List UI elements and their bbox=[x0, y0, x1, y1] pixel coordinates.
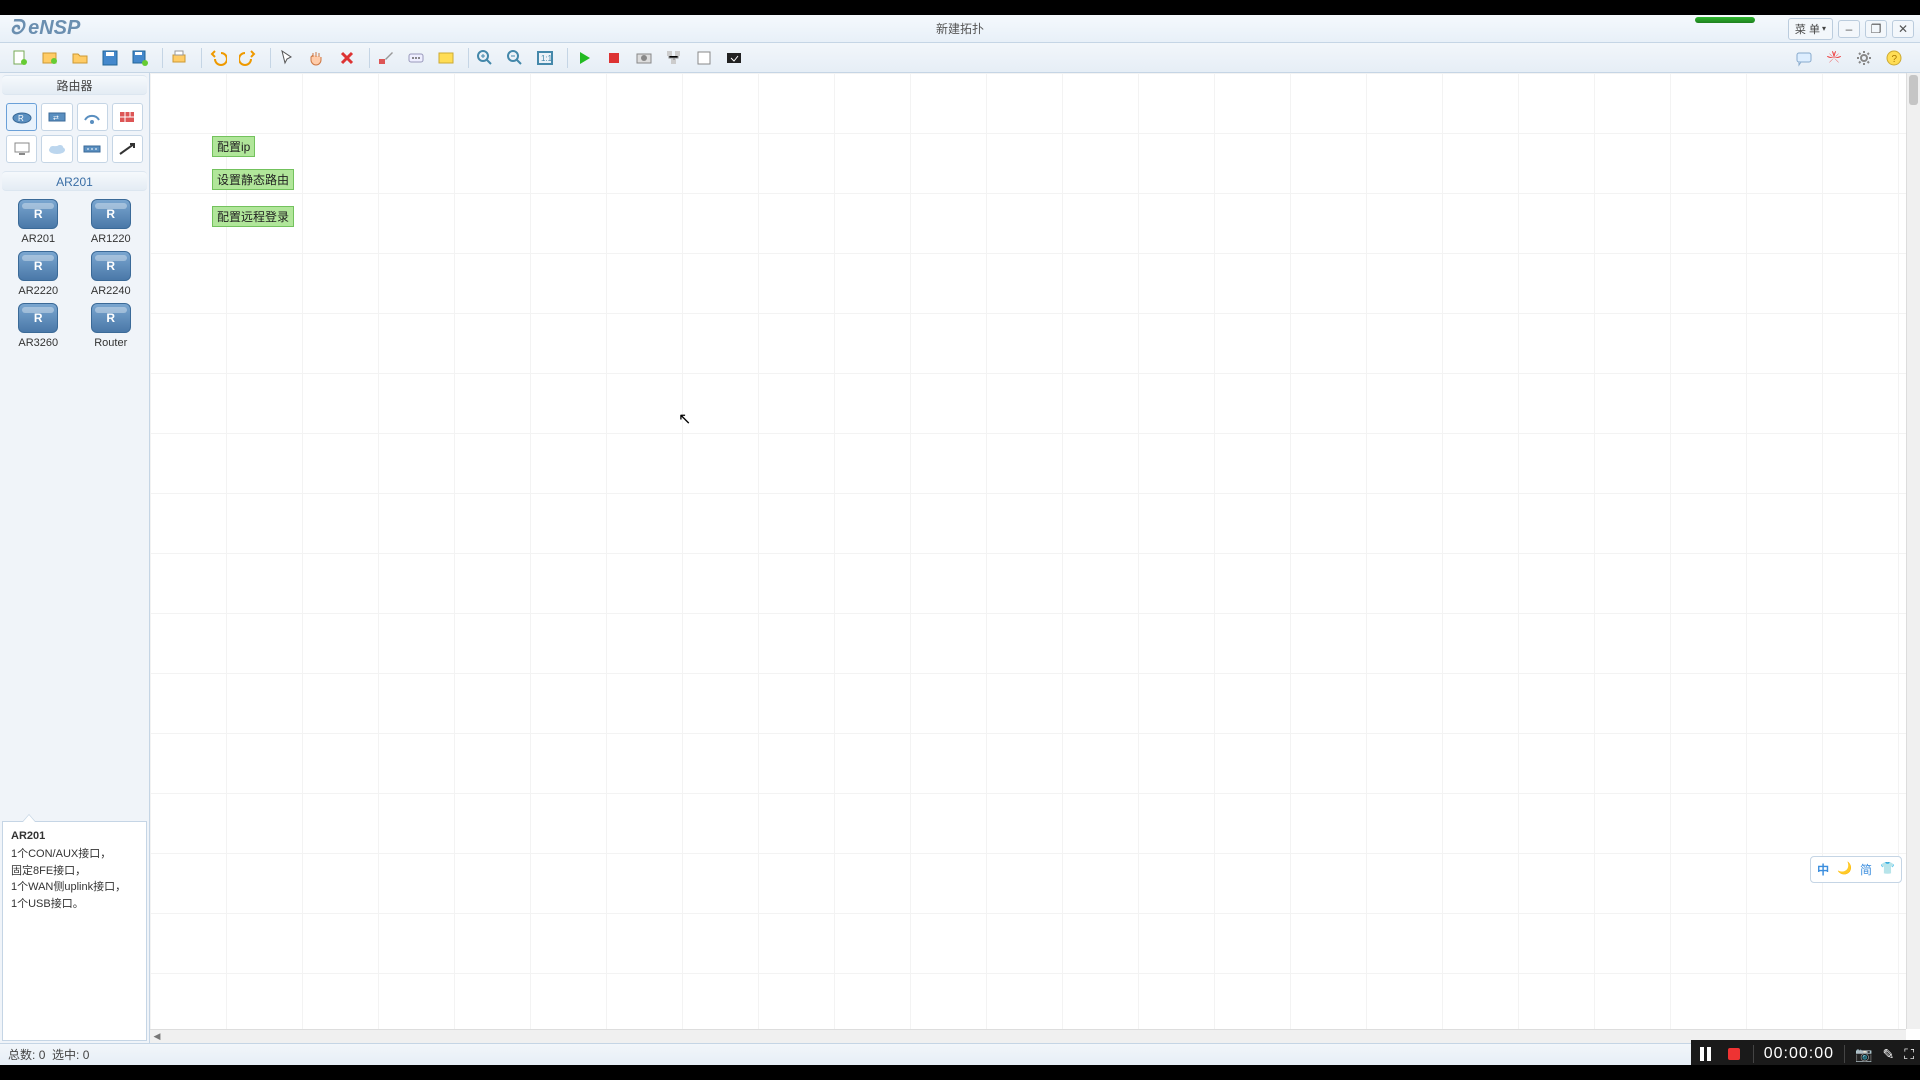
undo-button[interactable] bbox=[206, 46, 230, 70]
logo-mark-icon: ᘐ bbox=[10, 17, 24, 40]
screenshot-button[interactable] bbox=[722, 46, 746, 70]
horizontal-scrollbar[interactable]: ◀ bbox=[150, 1029, 1906, 1043]
logo-text: eNSP bbox=[28, 17, 80, 40]
print-button[interactable] bbox=[167, 46, 191, 70]
canvas-note-1[interactable]: 配置ip bbox=[212, 136, 255, 157]
recorder-camera-icon[interactable]: 📷 bbox=[1855, 1046, 1872, 1063]
recorder-pen-icon[interactable]: ✎ bbox=[1882, 1046, 1894, 1063]
text-button[interactable] bbox=[404, 46, 428, 70]
save-button[interactable] bbox=[98, 46, 122, 70]
status-total-value: 0 bbox=[39, 1048, 46, 1062]
zoom-in-button[interactable] bbox=[473, 46, 497, 70]
category-header: 路由器 bbox=[2, 75, 147, 95]
minimize-button[interactable]: – bbox=[1838, 20, 1860, 38]
pan-tool-button[interactable] bbox=[305, 46, 329, 70]
category-router[interactable]: R bbox=[6, 103, 37, 131]
recorder-stop-button[interactable] bbox=[1725, 1045, 1743, 1063]
zoom-fit-button[interactable]: 1:1 bbox=[533, 46, 557, 70]
ime-moon-icon[interactable]: 🌙 bbox=[1837, 861, 1852, 878]
recorder-pause-button[interactable] bbox=[1697, 1045, 1715, 1063]
capture-button[interactable] bbox=[632, 46, 656, 70]
category-firewall[interactable] bbox=[112, 103, 143, 131]
device-grid: RAR201 RAR1220 RAR2220 RAR2240 RAR3260 R… bbox=[0, 193, 149, 355]
status-bar: 总数: 0 选中: 0 获取帮助与反馈 bbox=[0, 1043, 1920, 1065]
select-tool-button[interactable] bbox=[275, 46, 299, 70]
main-area: 路由器 R ⇄ AR201 RAR201 RAR1220 RAR2220 RAR… bbox=[0, 73, 1920, 1043]
left-panel: 路由器 R ⇄ AR201 RAR201 RAR1220 RAR2220 RAR… bbox=[0, 73, 150, 1043]
main-toolbar: 1:1 ? bbox=[0, 43, 1920, 73]
canvas-area[interactable]: 配置ip 设置静态路由 配置远程登录 ↖ ◀ 中 🌙 简 👕 bbox=[150, 73, 1920, 1043]
status-selected-value: 0 bbox=[83, 1048, 90, 1062]
ime-skin-icon[interactable]: 👕 bbox=[1880, 861, 1895, 878]
canvas-note-2[interactable]: 设置静态路由 bbox=[212, 169, 294, 190]
recorder-expand-icon[interactable]: ⛶ bbox=[1904, 1046, 1914, 1063]
category-cloud[interactable] bbox=[41, 135, 72, 163]
help-button[interactable]: ? bbox=[1882, 46, 1906, 70]
canvas-note-3[interactable]: 配置远程登录 bbox=[212, 206, 294, 227]
svg-text:R: R bbox=[18, 114, 24, 123]
ime-mode[interactable]: 中 bbox=[1817, 861, 1829, 878]
device-router[interactable]: RRouter bbox=[79, 303, 144, 349]
open-button[interactable] bbox=[68, 46, 92, 70]
status-total-label: 总数: bbox=[8, 1046, 35, 1063]
device-ar2220[interactable]: RAR2220 bbox=[6, 251, 71, 297]
ime-toolbar[interactable]: 中 🌙 简 👕 bbox=[1810, 856, 1902, 883]
grid-toggle-button[interactable] bbox=[692, 46, 716, 70]
save-as-button[interactable] bbox=[128, 46, 152, 70]
device-ar201[interactable]: RAR201 bbox=[6, 199, 71, 245]
huawei-logo-icon[interactable] bbox=[1822, 46, 1846, 70]
stop-button[interactable] bbox=[602, 46, 626, 70]
brush-button[interactable] bbox=[374, 46, 398, 70]
new-topology-button[interactable] bbox=[8, 46, 32, 70]
palette-button[interactable] bbox=[434, 46, 458, 70]
category-hub[interactable] bbox=[77, 135, 108, 163]
redo-button[interactable] bbox=[236, 46, 260, 70]
topology-canvas[interactable]: 配置ip 设置静态路由 配置远程登录 ↖ bbox=[150, 73, 1906, 1029]
category-link[interactable] bbox=[112, 135, 143, 163]
restore-button[interactable]: ❐ bbox=[1865, 20, 1887, 38]
device-ar3260[interactable]: RAR3260 bbox=[6, 303, 71, 349]
app-window: ᘐ eNSP 新建拓扑 菜 单▾ – ❐ ✕ bbox=[0, 15, 1920, 1065]
status-selected-label: 选中: bbox=[52, 1046, 79, 1063]
vertical-scrollbar[interactable] bbox=[1906, 73, 1920, 1029]
category-wlan[interactable] bbox=[77, 103, 108, 131]
svg-text:1:1: 1:1 bbox=[541, 54, 553, 63]
cursor-icon: ↖ bbox=[678, 409, 691, 429]
category-grid: R ⇄ bbox=[0, 97, 149, 169]
message-button[interactable] bbox=[1792, 46, 1816, 70]
ime-simplified[interactable]: 简 bbox=[1860, 861, 1872, 878]
close-button[interactable]: ✕ bbox=[1892, 20, 1914, 38]
svg-text:?: ? bbox=[1892, 54, 1898, 65]
recorder-time: 00:00:00 bbox=[1764, 1045, 1834, 1063]
device-info-panel: AR201 1个CON/AUX接口， 固定8FE接口， 1个WAN侧uplink… bbox=[2, 821, 147, 1041]
progress-indicator bbox=[1695, 17, 1755, 23]
menu-button[interactable]: 菜 单▾ bbox=[1788, 18, 1833, 40]
category-switch[interactable]: ⇄ bbox=[41, 103, 72, 131]
app-logo: ᘐ eNSP bbox=[10, 17, 80, 40]
new-project-button[interactable] bbox=[38, 46, 62, 70]
device-header: AR201 bbox=[2, 171, 147, 191]
device-ar1220[interactable]: RAR1220 bbox=[79, 199, 144, 245]
svg-text:⇄: ⇄ bbox=[53, 115, 59, 122]
delete-button[interactable] bbox=[335, 46, 359, 70]
titlebar: ᘐ eNSP 新建拓扑 菜 单▾ – ❐ ✕ bbox=[0, 15, 1920, 43]
layout-button[interactable] bbox=[662, 46, 686, 70]
screen-recorder-bar[interactable]: 00:00:00 📷 ✎ ⛶ bbox=[1691, 1040, 1920, 1068]
start-button[interactable] bbox=[572, 46, 596, 70]
info-title: AR201 bbox=[11, 830, 138, 842]
device-ar2240[interactable]: RAR2240 bbox=[79, 251, 144, 297]
zoom-out-button[interactable] bbox=[503, 46, 527, 70]
settings-button[interactable] bbox=[1852, 46, 1876, 70]
category-pc[interactable] bbox=[6, 135, 37, 163]
window-title: 新建拓扑 bbox=[936, 20, 984, 37]
